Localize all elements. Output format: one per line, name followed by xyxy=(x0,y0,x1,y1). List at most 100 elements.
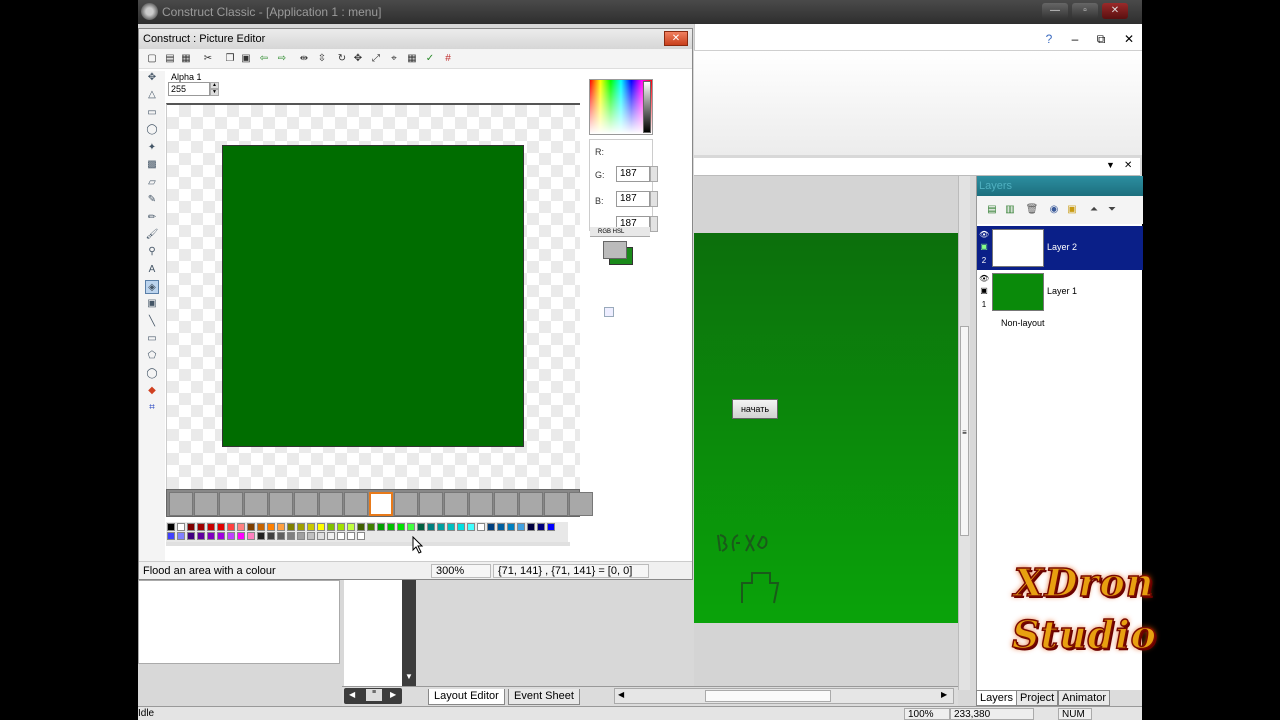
palette-swatch[interactable] xyxy=(437,523,445,531)
ellipse-select-tool-icon[interactable]: ◯ xyxy=(145,123,159,137)
move-tool-icon[interactable]: ✥ xyxy=(145,71,159,85)
palette-swatch[interactable] xyxy=(347,523,355,531)
scroll-down-icon[interactable]: ▼ xyxy=(405,672,413,681)
palette-swatch[interactable] xyxy=(527,523,535,531)
flip-vertical-icon[interactable]: ⇳ xyxy=(315,52,329,66)
picture-canvas[interactable] xyxy=(166,103,580,489)
palette-swatch[interactable] xyxy=(187,532,195,540)
scrollbar-thumb[interactable] xyxy=(705,690,831,702)
cut-icon[interactable]: ✂ xyxy=(201,52,215,66)
palette-swatch[interactable] xyxy=(237,523,245,531)
start-button-object[interactable]: начать xyxy=(732,399,778,419)
text-tool-icon[interactable]: A xyxy=(145,263,159,277)
ribbon-close-button[interactable]: ✕ xyxy=(1119,30,1139,48)
stamp-tool-icon[interactable]: ▩ xyxy=(145,158,159,172)
palette-swatch[interactable] xyxy=(167,523,175,531)
flood-fill-tool-icon[interactable]: ◈ xyxy=(145,280,159,294)
eyedropper-tool-icon[interactable]: ⚲ xyxy=(145,245,159,259)
paste-icon[interactable]: ▣ xyxy=(239,52,253,66)
action-point-tool-icon[interactable]: ⌗ xyxy=(145,401,159,415)
palette-swatch[interactable] xyxy=(277,523,285,531)
alpha-spin-up[interactable]: ▲ xyxy=(210,82,219,89)
insert-layer-icon[interactable]: ▥ xyxy=(1003,203,1017,217)
animation-frame[interactable] xyxy=(219,492,243,516)
animation-frame[interactable] xyxy=(319,492,343,516)
palette-swatch[interactable] xyxy=(387,523,395,531)
palette-swatch[interactable] xyxy=(277,532,285,540)
pencil-tool-icon[interactable]: ✏ xyxy=(145,211,159,225)
scroll-right-icon[interactable]: ▶ xyxy=(390,690,396,699)
palette-swatch[interactable] xyxy=(337,532,345,540)
palette-swatch[interactable] xyxy=(347,532,355,540)
objects-hscrollbar[interactable]: ◀ ≡ ▶ xyxy=(344,688,402,704)
close-button[interactable]: ✕ xyxy=(1102,3,1128,19)
palette-swatch[interactable] xyxy=(177,532,185,540)
animation-frame[interactable] xyxy=(344,492,368,516)
animation-frame[interactable] xyxy=(394,492,418,516)
palette-swatch[interactable] xyxy=(547,523,555,531)
palette-swatch[interactable] xyxy=(537,523,545,531)
a-spinner[interactable] xyxy=(650,216,658,232)
palette-swatch[interactable] xyxy=(247,523,255,531)
layer-row-1[interactable]: 👁 ▣ 1 Layer 1 xyxy=(977,270,1143,314)
palette-swatch[interactable] xyxy=(327,523,335,531)
palette-swatch[interactable] xyxy=(217,523,225,531)
crop-icon[interactable]: ✥ xyxy=(351,52,365,66)
layer-row-2[interactable]: 👁 ▣ 2 Layer 2 xyxy=(977,226,1143,270)
palette-swatch[interactable] xyxy=(197,532,205,540)
hotspot-tool-icon[interactable]: ◆ xyxy=(145,384,159,398)
magic-wand-tool-icon[interactable]: ✦ xyxy=(145,141,159,155)
scrollbar-thumb[interactable]: ≡ xyxy=(366,689,382,701)
animation-frame[interactable] xyxy=(419,492,443,516)
move-layer-up-icon[interactable]: ⏶ xyxy=(1087,203,1101,217)
visibility-icon[interactable]: ◉ xyxy=(1047,203,1061,217)
open-icon[interactable]: ▤ xyxy=(163,52,177,66)
minimize-button[interactable]: — xyxy=(1042,3,1068,19)
palette-swatch[interactable] xyxy=(357,532,365,540)
b-spinner[interactable] xyxy=(650,191,658,207)
new-icon[interactable]: ▢ xyxy=(145,52,159,66)
palette-swatch[interactable] xyxy=(167,532,175,540)
save-icon[interactable]: ▦ xyxy=(179,52,193,66)
pen-tool-icon[interactable]: ✎ xyxy=(145,193,159,207)
grid-icon[interactable]: # xyxy=(441,52,455,66)
ribbon-minimize-button[interactable]: – xyxy=(1065,30,1085,48)
palette-swatch[interactable] xyxy=(207,532,215,540)
rectangle-tool-icon[interactable]: ▭ xyxy=(145,332,159,346)
eraser-tool-icon[interactable]: ▱ xyxy=(145,176,159,190)
redo-icon[interactable]: ⇨ xyxy=(275,52,289,66)
help-icon[interactable]: ? xyxy=(1039,30,1059,48)
palette-swatch[interactable] xyxy=(297,532,305,540)
picture-image[interactable] xyxy=(222,145,524,447)
brush-tool-icon[interactable]: 🖌 xyxy=(145,228,159,242)
lock-icon[interactable]: ▣ xyxy=(979,286,989,295)
layout-horizontal-scrollbar[interactable]: ◀ ▶ xyxy=(614,688,954,704)
picture-editor-close-button[interactable]: ✕ xyxy=(664,31,688,46)
layout-background-sprite[interactable] xyxy=(694,233,958,623)
palette-swatch[interactable] xyxy=(467,523,475,531)
palette-swatch[interactable] xyxy=(267,523,275,531)
eye-icon[interactable]: 👁 xyxy=(979,230,989,239)
animation-frame[interactable] xyxy=(569,492,593,516)
animation-frame[interactable] xyxy=(244,492,268,516)
palette-swatch[interactable] xyxy=(327,532,335,540)
palette-swatch[interactable] xyxy=(257,523,265,531)
animation-frame[interactable] xyxy=(544,492,568,516)
copy-icon[interactable]: ❐ xyxy=(223,52,237,66)
tab-project[interactable]: Project xyxy=(1016,690,1059,706)
animation-frame[interactable] xyxy=(469,492,493,516)
move-layer-down-icon[interactable]: ⏷ xyxy=(1105,203,1119,217)
palette-swatch[interactable] xyxy=(457,523,465,531)
tab-layers[interactable]: Layers xyxy=(976,690,1018,706)
check-icon[interactable]: ✓ xyxy=(423,52,437,66)
palette-swatch[interactable] xyxy=(227,532,235,540)
tab-layout-editor[interactable]: Layout Editor xyxy=(428,689,505,705)
flip-horizontal-icon[interactable]: ⇹ xyxy=(297,52,311,66)
animation-frame[interactable] xyxy=(519,492,543,516)
palette-swatch[interactable] xyxy=(267,532,275,540)
g-spinner[interactable] xyxy=(650,166,658,182)
palette-swatch[interactable] xyxy=(477,523,485,531)
palette-swatch[interactable] xyxy=(417,523,425,531)
palette-swatch[interactable] xyxy=(307,523,315,531)
animation-frame[interactable] xyxy=(269,492,293,516)
